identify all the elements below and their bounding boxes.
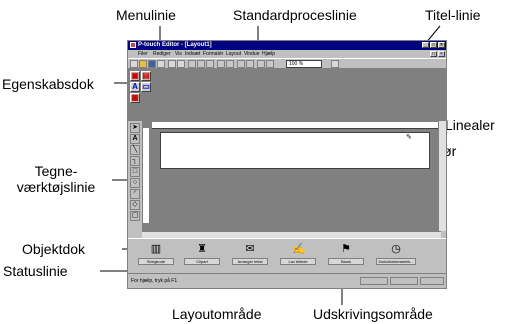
menu-vindue[interactable]: Vindue	[244, 50, 259, 58]
menu-bar: Filer Rediger Vis Indsæt Formatér Layout…	[128, 50, 446, 58]
menu-formater[interactable]: Formatér	[203, 50, 223, 58]
distribute-icon[interactable]	[246, 60, 254, 68]
label-egenskabsdok: Egenskabsdok	[2, 76, 94, 92]
menu-vis[interactable]: Vis	[175, 50, 182, 58]
clock-icon: ◷	[391, 243, 401, 255]
vertical-ruler	[143, 128, 149, 223]
obj-barcode-label: Stregkode	[138, 258, 174, 265]
vertical-scrollbar[interactable]	[438, 121, 446, 231]
obj-clipart-label: Clipart	[184, 258, 220, 265]
undo-icon[interactable]	[217, 60, 225, 68]
title-bar: P-touch Editor - [Layout1] _ □ ×	[128, 41, 446, 50]
ellipse-tool-icon[interactable]: ○	[130, 178, 140, 188]
page-property-icon[interactable]: ▣	[130, 71, 140, 81]
cut-icon[interactable]	[188, 60, 196, 68]
marker-icon: ✎	[406, 134, 412, 141]
obj-make-picture-button[interactable]: ✍ Lav billede	[280, 241, 316, 271]
help-icon[interactable]	[331, 60, 339, 68]
obj-blank-button[interactable]: ⚑ Blank	[328, 241, 364, 271]
app-icon	[130, 42, 136, 48]
status-bar: For hjælp, tryk på F1	[128, 273, 446, 288]
window-title: P-touch Editor - [Layout1]	[138, 42, 212, 48]
label-udskrivningsomraade: Udskrivingsområde	[313, 306, 433, 322]
layout-area[interactable]: ✎	[142, 121, 441, 231]
menu-rediger[interactable]: Rediger	[153, 50, 171, 58]
close-icon[interactable]: ×	[438, 42, 445, 48]
zoom-select[interactable]: 100 %	[286, 60, 322, 68]
label-layoutomraade: Layoutområde	[172, 306, 262, 322]
horizontal-ruler	[152, 122, 439, 129]
obj-make-picture-label: Lav billede	[280, 258, 316, 265]
new-icon[interactable]	[130, 60, 138, 68]
print-area[interactable]	[160, 132, 430, 169]
drawing-toolbar: ➤ A ╲ ┐ □ ○ ◜ ◇ ▢	[128, 121, 143, 238]
polyline-tool-icon[interactable]: ┐	[130, 156, 140, 166]
label-tegne-line1: Tegne-	[34, 163, 78, 179]
doc-restore-icon[interactable]: □	[430, 51, 437, 57]
arc-tool-icon[interactable]: ◜	[130, 189, 140, 199]
status-cell-2	[390, 277, 418, 285]
paper-property-icon[interactable]: ▤	[141, 71, 151, 81]
preview-icon[interactable]	[168, 60, 176, 68]
text-property-icon[interactable]: A	[130, 82, 140, 92]
arrange-text-icon: ✉	[245, 243, 255, 255]
clipart-icon: ♜	[197, 243, 207, 255]
maximize-icon[interactable]: □	[430, 42, 437, 48]
menu-hjaelp[interactable]: Hjælp	[262, 50, 275, 58]
status-cell-3	[420, 277, 444, 285]
print-icon[interactable]	[157, 60, 165, 68]
align-icon[interactable]	[237, 60, 245, 68]
grid-icon[interactable]	[257, 60, 265, 68]
text-tool-icon[interactable]: A	[130, 134, 140, 144]
obj-clipart-button[interactable]: ♜ Clipart	[184, 241, 220, 271]
object-dock: ▥ Stregkode ♜ Clipart ✉ Arranger tekst ✍…	[128, 238, 446, 274]
open-icon[interactable]	[139, 60, 147, 68]
redo-icon[interactable]	[226, 60, 234, 68]
label-tegne-line2: værktøjslinie	[16, 179, 96, 195]
label-tegne: Tegne- værktøjslinie	[2, 163, 110, 195]
label-linealer: Linealer	[445, 117, 495, 133]
label-titel-linie: Titel-linie	[425, 7, 481, 23]
status-cell-1	[360, 277, 388, 285]
obj-datetime-label: Dato/klokkeslæt/k...	[376, 258, 416, 265]
obj-blank-label: Blank	[328, 258, 364, 265]
save-icon[interactable]	[148, 60, 156, 68]
blank-icon: ⚑	[341, 243, 351, 255]
copy-icon[interactable]	[197, 60, 205, 68]
property-dock: ▣ ▤ A ▭ ▦	[128, 69, 446, 121]
object-property-icon[interactable]: ▦	[130, 93, 140, 103]
menu-filer[interactable]: Filer	[138, 50, 148, 58]
layout-property-icon[interactable]: ▭	[141, 82, 151, 92]
label-standardproceslinie: Standardproceslinie	[233, 7, 357, 23]
rectangle-tool-icon[interactable]: □	[130, 167, 140, 177]
obj-datetime-button[interactable]: ◷ Dato/klokkeslæt/k...	[376, 241, 416, 271]
find-icon[interactable]	[177, 60, 185, 68]
doc-close-icon[interactable]: ×	[438, 51, 445, 57]
frame-tool-icon[interactable]: ▢	[130, 211, 140, 221]
app-window: P-touch Editor - [Layout1] _ □ × Filer R…	[127, 40, 447, 289]
select-arrow-icon[interactable]: ➤	[130, 123, 140, 133]
menu-layout[interactable]: Layout	[226, 50, 241, 58]
status-text: For hjælp, tryk på F1	[131, 278, 178, 284]
polygon-tool-icon[interactable]: ◇	[130, 200, 140, 210]
obj-barcode-button[interactable]: ▥ Stregkode	[138, 241, 174, 271]
obj-arrange-text-button[interactable]: ✉ Arranger tekst	[232, 241, 268, 271]
snap-icon[interactable]	[266, 60, 274, 68]
standard-toolbar: 100 %	[128, 58, 446, 69]
label-menulinie: Menulinie	[116, 7, 176, 23]
line-tool-icon[interactable]: ╲	[130, 145, 140, 155]
menu-indsaet[interactable]: Indsæt	[185, 50, 200, 58]
make-picture-icon: ✍	[292, 243, 306, 255]
minimize-icon[interactable]: _	[422, 42, 429, 48]
label-statuslinie: Statuslinie	[3, 263, 68, 279]
label-objektdok: Objektdok	[22, 241, 86, 257]
obj-arrange-text-label: Arranger tekst	[232, 258, 268, 265]
paste-icon[interactable]	[206, 60, 214, 68]
barcode-icon: ▥	[150, 243, 162, 255]
